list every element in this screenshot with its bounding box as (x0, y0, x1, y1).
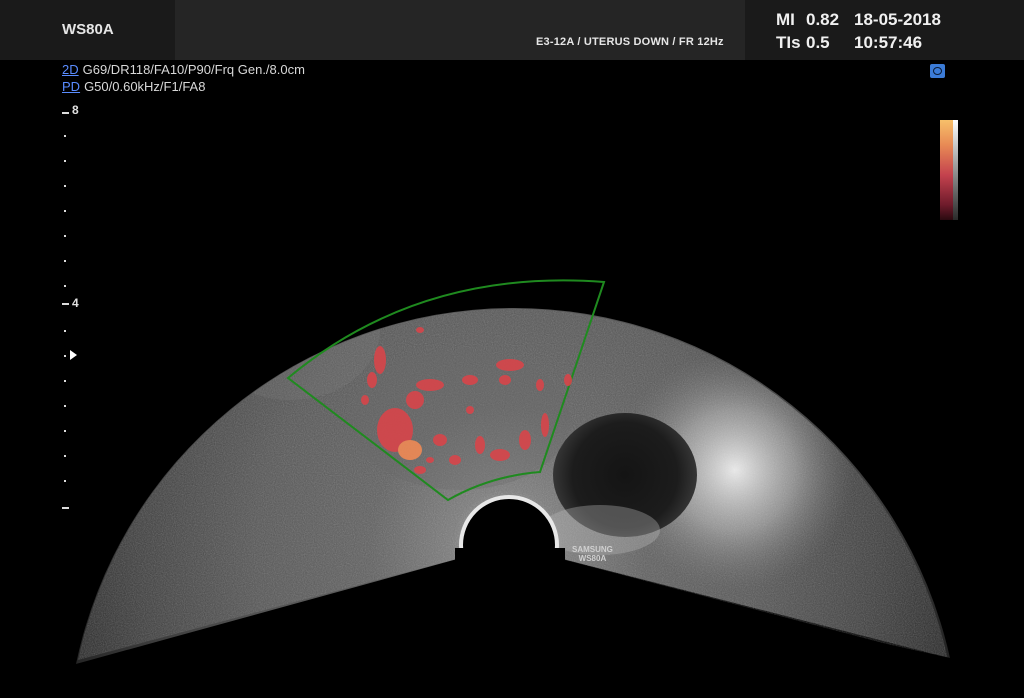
ultrasound-image (0, 112, 1024, 698)
params-pd: PD G50/0.60kHz/F1/FA8 (62, 79, 205, 94)
depth-label-top: 8 (72, 103, 79, 117)
params-2d-text: G69/DR118/FA10/P90/Frq Gen./8.0cm (82, 62, 305, 77)
mi-value: 0.82 (806, 10, 840, 29)
mi-label: MI (776, 10, 795, 29)
mode-2d-tag[interactable]: 2D (62, 62, 79, 77)
watermark: SAMSUNG WS80A (572, 545, 613, 563)
ultrasound-screen: WS80A E3-12A / UTERUS DOWN / FR 12Hz MI … (0, 0, 1024, 698)
mode-pd-tag[interactable]: PD (62, 79, 80, 94)
eye-icon[interactable] (930, 64, 945, 78)
depth-ruler (62, 112, 69, 509)
device-name: WS80A (62, 21, 114, 38)
params-pd-text: G50/0.60kHz/F1/FA8 (84, 79, 206, 94)
tis-label: TIs (776, 33, 801, 52)
tis-value: 0.5 (806, 33, 830, 52)
depth-label-mid: 4 (72, 296, 79, 310)
probe-info: E3-12A / UTERUS DOWN / FR 12Hz (536, 36, 724, 48)
grayscale-map (953, 120, 958, 220)
params-2d: 2D G69/DR118/FA10/P90/Frq Gen./8.0cm (62, 62, 305, 77)
time: 10:57:46 (854, 33, 923, 52)
watermark-line1: SAMSUNG (572, 545, 613, 554)
watermark-line2: WS80A (578, 554, 607, 563)
focus-arrow-icon[interactable] (70, 350, 77, 360)
doppler-color-map (940, 120, 953, 220)
header-center-panel (175, 0, 745, 60)
date: 18-05-2018 (854, 10, 941, 29)
